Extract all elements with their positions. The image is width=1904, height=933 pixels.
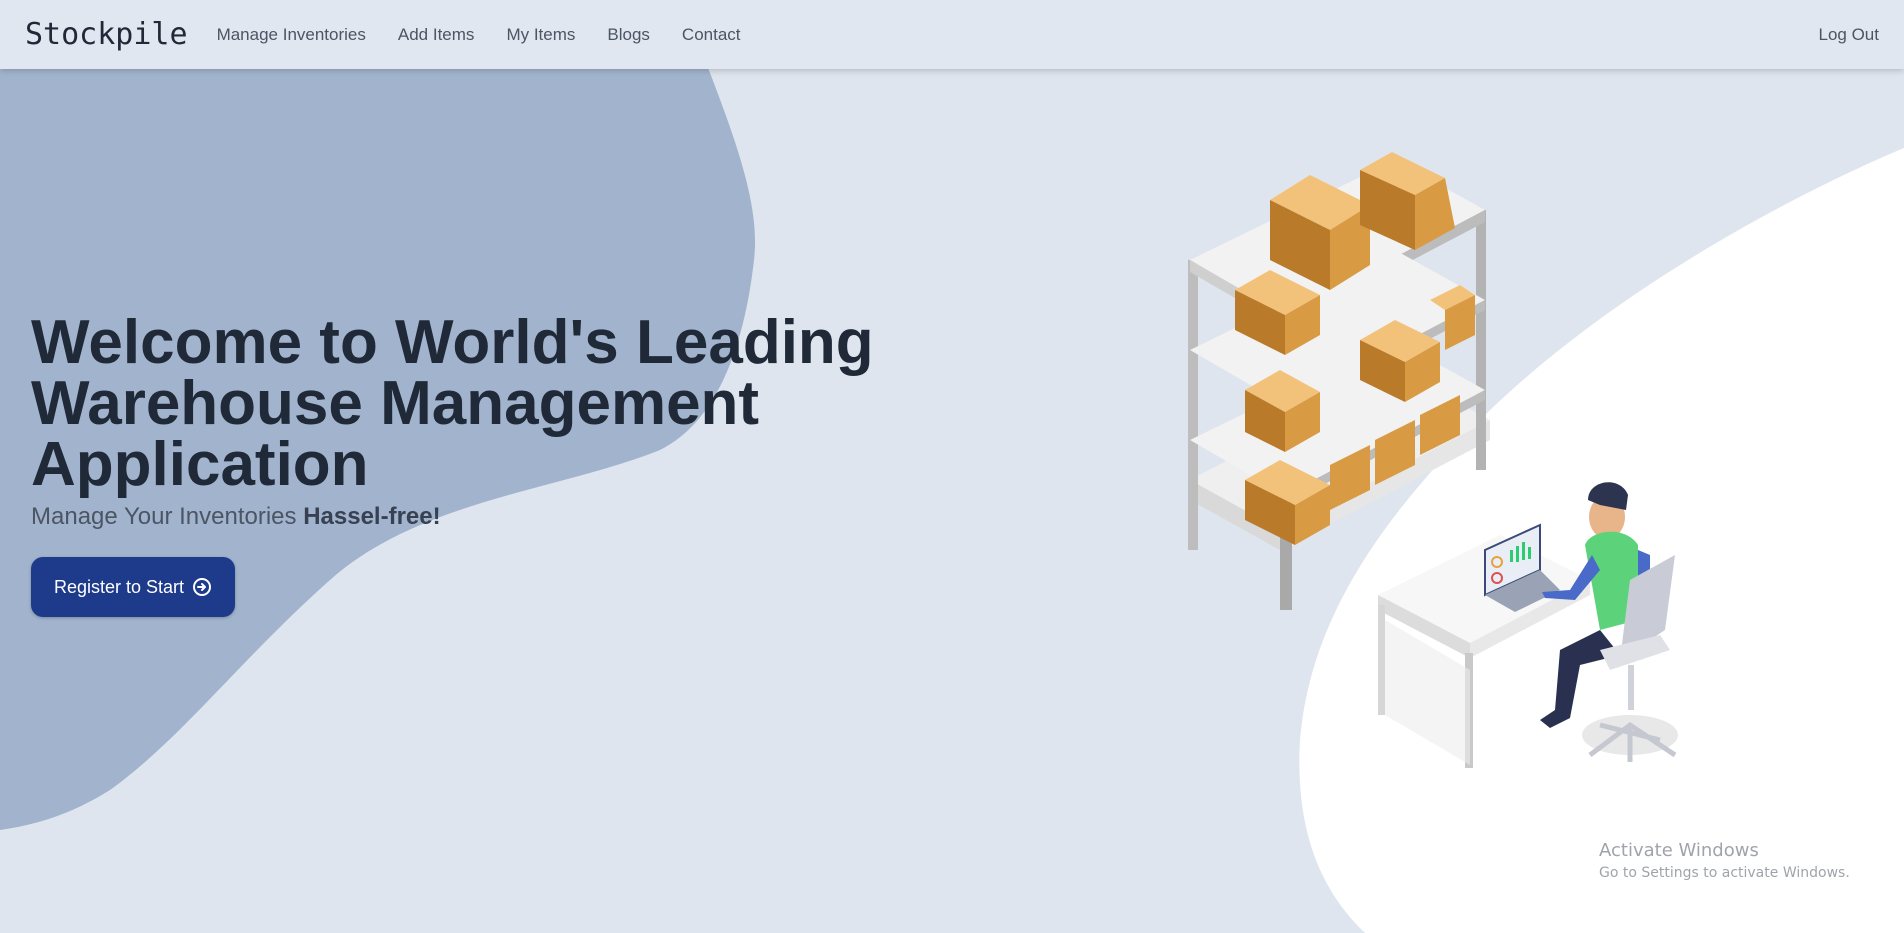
hero-section: Welcome to World's Leading Warehouse Man…	[31, 312, 931, 617]
warehouse-worker-illustration	[1188, 152, 1678, 768]
register-button[interactable]: Register to Start	[31, 557, 236, 617]
hero-subtitle-prefix: Manage Your Inventories	[31, 503, 304, 530]
watermark-subtitle: Go to Settings to activate Windows.	[1599, 865, 1850, 881]
windows-activation-watermark: Activate Windows Go to Settings to activ…	[1599, 840, 1850, 881]
register-button-label: Register to Start	[54, 576, 185, 597]
hero-title: Welcome to World's Leading Warehouse Man…	[31, 308, 874, 499]
nav-link-blogs[interactable]: Blogs	[607, 25, 650, 45]
arrow-right-circle-icon	[192, 577, 212, 597]
nav-link-add-items[interactable]: Add Items	[398, 25, 475, 45]
nav-links: Manage Inventories Add Items My Items Bl…	[201, 25, 757, 45]
brand-logo[interactable]: Stockpile	[25, 17, 188, 52]
nav-link-contact[interactable]: Contact	[682, 25, 741, 45]
nav-link-manage-inventories[interactable]: Manage Inventories	[217, 25, 366, 45]
hero-subtitle: Manage Your Inventories Hassel-free!	[31, 503, 931, 531]
hero-subtitle-bold: Hassel-free!	[303, 503, 441, 530]
nav-link-my-items[interactable]: My Items	[506, 25, 575, 45]
logout-link[interactable]: Log Out	[1819, 25, 1880, 45]
watermark-title: Activate Windows	[1599, 840, 1759, 861]
top-navbar: Stockpile Manage Inventories Add Items M…	[0, 0, 1904, 69]
